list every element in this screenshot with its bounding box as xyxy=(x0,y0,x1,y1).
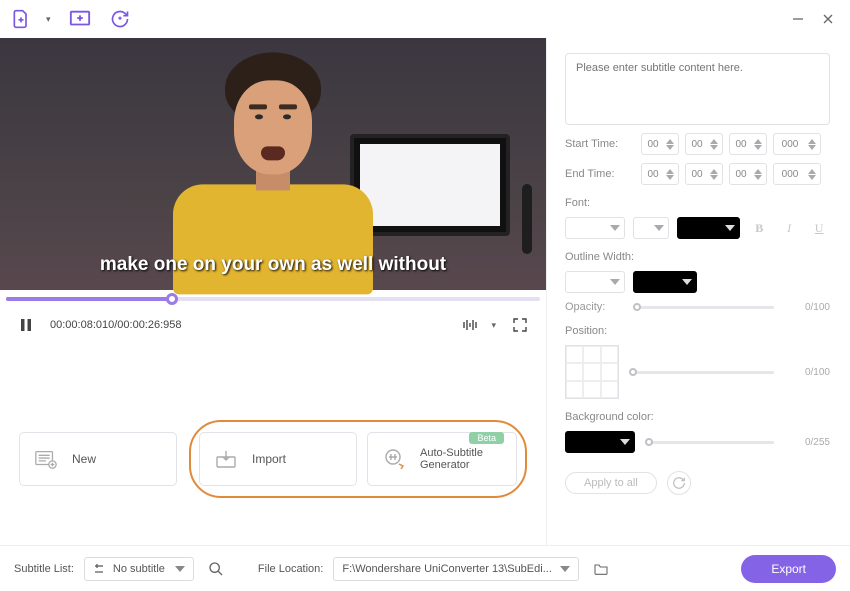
beta-badge: Beta xyxy=(469,432,504,444)
bgcolor-value: 0/255 xyxy=(784,437,830,448)
file-location-select[interactable]: F:\Wondershare UniConverter 13\SubEdi... xyxy=(333,557,579,581)
chevron-down-icon[interactable]: ▾ xyxy=(491,320,496,331)
start-sec-stepper[interactable] xyxy=(729,133,767,155)
auto-subtitle-card[interactable]: Beta Auto-Subtitle Generator xyxy=(367,432,517,486)
add-screen-icon[interactable] xyxy=(69,8,91,30)
end-min-stepper[interactable] xyxy=(685,163,723,185)
font-label: Font: xyxy=(565,197,830,209)
underline-icon[interactable]: U xyxy=(808,217,830,239)
file-location-label: File Location: xyxy=(258,563,323,575)
font-family-select[interactable] xyxy=(565,217,625,239)
import-subtitle-card[interactable]: Import xyxy=(199,432,357,486)
start-hour-stepper[interactable] xyxy=(641,133,679,155)
timeline-slider[interactable] xyxy=(0,290,546,308)
font-color-select[interactable] xyxy=(677,217,741,239)
card-label: New xyxy=(72,452,96,466)
outline-width-select[interactable] xyxy=(565,271,625,293)
card-label: Auto-Subtitle Generator xyxy=(420,447,502,471)
reset-icon[interactable] xyxy=(667,471,691,495)
timecode: 00:00:08:010/00:00:26:958 xyxy=(50,319,182,331)
new-file-icon xyxy=(34,448,58,470)
waveform-icon[interactable] xyxy=(461,315,481,335)
apply-to-all-button[interactable]: Apply to all xyxy=(565,472,657,494)
subtitle-content-input[interactable] xyxy=(565,53,830,125)
bgcolor-slider[interactable] xyxy=(645,441,774,444)
pause-icon[interactable] xyxy=(16,315,36,335)
subtitle-list-label: Subtitle List: xyxy=(14,563,74,575)
card-label: Import xyxy=(252,452,286,466)
opacity-label: Opacity: xyxy=(565,301,623,313)
video-caption: make one on your own as well without xyxy=(0,254,546,276)
fullscreen-icon[interactable] xyxy=(510,315,530,335)
end-time-label: End Time: xyxy=(565,168,635,180)
opacity-slider[interactable] xyxy=(633,306,774,309)
titlebar: ▾ xyxy=(0,0,850,38)
add-file-icon[interactable] xyxy=(10,8,32,30)
highlighted-group: Import Beta Auto-Subtitle Generator xyxy=(189,420,527,498)
italic-icon[interactable]: I xyxy=(778,217,800,239)
end-hour-stepper[interactable] xyxy=(641,163,679,185)
position-grid[interactable] xyxy=(565,345,619,399)
bold-icon[interactable]: B xyxy=(748,217,770,239)
bgcolor-select[interactable] xyxy=(565,431,635,453)
import-icon xyxy=(214,448,238,470)
export-button[interactable]: Export xyxy=(741,555,836,583)
auto-generate-icon xyxy=(382,448,406,470)
end-sec-stepper[interactable] xyxy=(729,163,767,185)
font-size-select[interactable] xyxy=(633,217,669,239)
properties-panel: Start Time: End Time: Font: B I U Outlin… xyxy=(546,38,848,545)
file-location-value: F:\Wondershare UniConverter 13\SubEdi... xyxy=(342,563,552,575)
refresh-add-icon[interactable] xyxy=(109,8,131,30)
position-label: Position: xyxy=(565,325,830,337)
footer: Subtitle List: No subtitle File Location… xyxy=(0,545,850,591)
search-icon[interactable] xyxy=(204,557,228,581)
minimize-icon[interactable] xyxy=(786,7,810,31)
subtitle-list-select[interactable]: No subtitle xyxy=(84,557,194,581)
start-min-stepper[interactable] xyxy=(685,133,723,155)
position-value: 0/100 xyxy=(784,367,830,378)
opacity-value: 0/100 xyxy=(784,302,830,313)
end-ms-stepper[interactable] xyxy=(773,163,821,185)
new-subtitle-card[interactable]: New xyxy=(19,432,177,486)
video-preview[interactable]: make one on your own as well without xyxy=(0,38,546,290)
outline-color-select[interactable] xyxy=(633,271,697,293)
start-ms-stepper[interactable] xyxy=(773,133,821,155)
close-icon[interactable] xyxy=(816,7,840,31)
bgcolor-label: Background color: xyxy=(565,411,830,423)
position-slider[interactable] xyxy=(629,371,774,374)
subtitle-list-value: No subtitle xyxy=(113,563,165,575)
start-time-label: Start Time: xyxy=(565,138,635,150)
outline-label: Outline Width: xyxy=(565,251,830,263)
chevron-down-icon[interactable]: ▾ xyxy=(46,14,51,25)
folder-icon[interactable] xyxy=(589,557,613,581)
